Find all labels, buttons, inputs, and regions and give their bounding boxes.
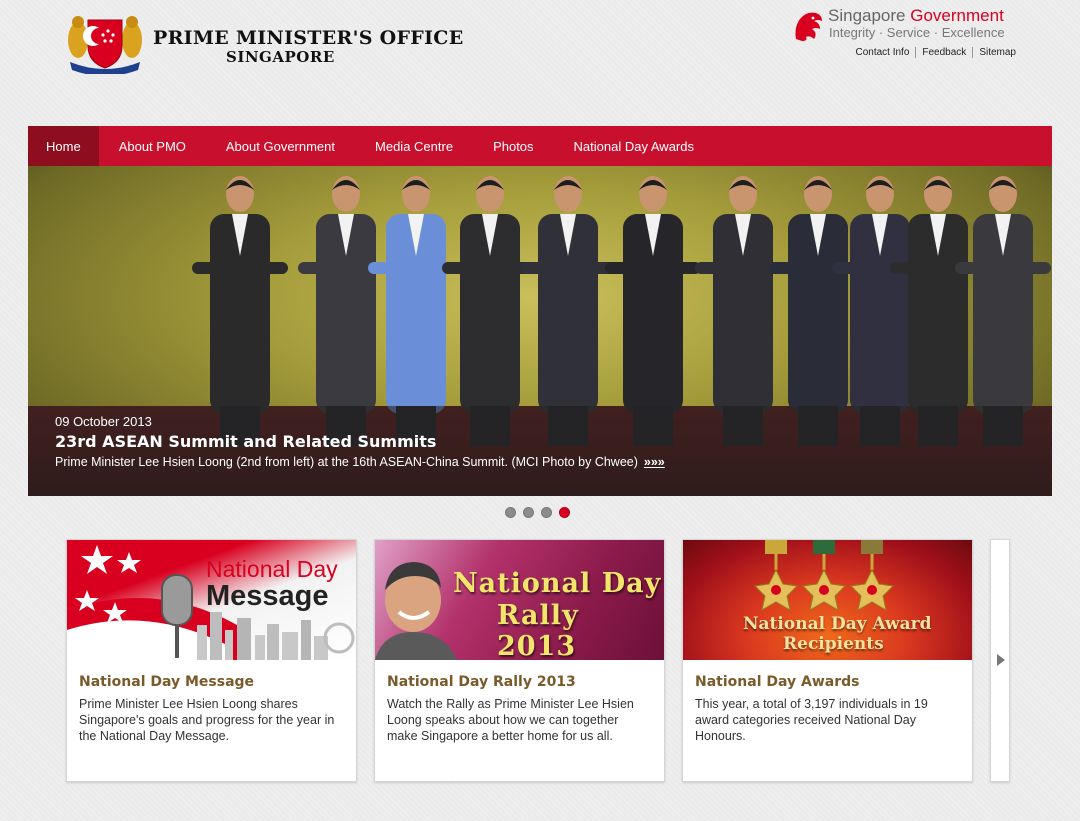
hero-title[interactable]: 23rd ASEAN Summit and Related Summits: [55, 432, 1025, 451]
card-description: This year, a total of 3,197 individuals …: [695, 697, 928, 743]
nav-media-centre[interactable]: Media Centre: [355, 126, 473, 166]
card-description: Watch the Rally as Prime Minister Lee Hs…: [387, 697, 634, 743]
card-image-national-day-rally[interactable]: National Day Rally 2013: [375, 540, 664, 660]
card-national-day-message[interactable]: National Day Message National Day Messag…: [66, 539, 357, 782]
chevron-right-icon[interactable]: [996, 653, 1006, 667]
sitemap-link[interactable]: Sitemap: [972, 47, 1016, 58]
card-image-heading: National Day Award: [743, 614, 932, 634]
brand-subtitle[interactable]: SINGAPORE: [226, 48, 335, 66]
singapore-government-wordmark[interactable]: Singapore Government: [828, 6, 1004, 26]
slider-dot[interactable]: [541, 507, 552, 518]
card-image-national-day-awards[interactable]: National Day Award Recipients: [683, 540, 972, 660]
nav-about-government[interactable]: About Government: [206, 126, 355, 166]
slider-dot[interactable]: [523, 507, 534, 518]
feedback-link[interactable]: Feedback: [915, 47, 972, 58]
nav-about-pmo[interactable]: About PMO: [99, 126, 206, 166]
utility-links: Contact Info Feedback Sitemap: [849, 47, 1016, 58]
hero-description: Prime Minister Lee Hsien Loong (2nd from…: [55, 455, 665, 469]
main-nav: Home About PMO About Government Media Ce…: [28, 126, 1052, 166]
contact-info-link[interactable]: Contact Info: [849, 47, 915, 58]
card-title[interactable]: National Day Rally 2013: [387, 674, 652, 690]
singapore-crest-icon[interactable]: [64, 10, 146, 74]
brand-title[interactable]: PRIME MINISTER'S OFFICE: [153, 27, 463, 49]
nav-photos[interactable]: Photos: [473, 126, 553, 166]
nav-national-day-awards[interactable]: National Day Awards: [554, 126, 714, 166]
hero-caption: 09 October 2013 23rd ASEAN Summit and Re…: [28, 406, 1052, 496]
hero-date: 09 October 2013: [55, 414, 152, 429]
hero-slider[interactable]: 09 October 2013 23rd ASEAN Summit and Re…: [28, 166, 1052, 496]
nav-home[interactable]: Home: [28, 126, 99, 166]
card-image-subheading: Recipients: [783, 634, 884, 654]
government-tagline: Integrity · Service · Excellence: [829, 25, 1005, 40]
card-image-national-day-message[interactable]: National Day Message: [67, 540, 356, 660]
slider-pagination: [505, 507, 570, 518]
card-image-heading: National Day: [453, 568, 662, 599]
card-image-subheading: Message: [206, 580, 329, 612]
lion-head-icon: [795, 12, 822, 41]
card-description: Prime Minister Lee Hsien Loong shares Si…: [79, 697, 335, 743]
card-national-day-rally[interactable]: National Day Rally 2013 National Day Ral…: [374, 539, 665, 782]
card-title[interactable]: National Day Message: [79, 674, 344, 690]
card-title[interactable]: National Day Awards: [695, 674, 960, 690]
card-image-heading: National Day: [206, 556, 338, 582]
card-image-subheading: Rally 2013: [497, 600, 579, 660]
card-national-day-awards[interactable]: National Day Award Recipients National D…: [682, 539, 973, 782]
read-more-link[interactable]: »»»: [644, 455, 665, 469]
slider-dot[interactable]: [505, 507, 516, 518]
slider-dot-active[interactable]: [559, 507, 570, 518]
